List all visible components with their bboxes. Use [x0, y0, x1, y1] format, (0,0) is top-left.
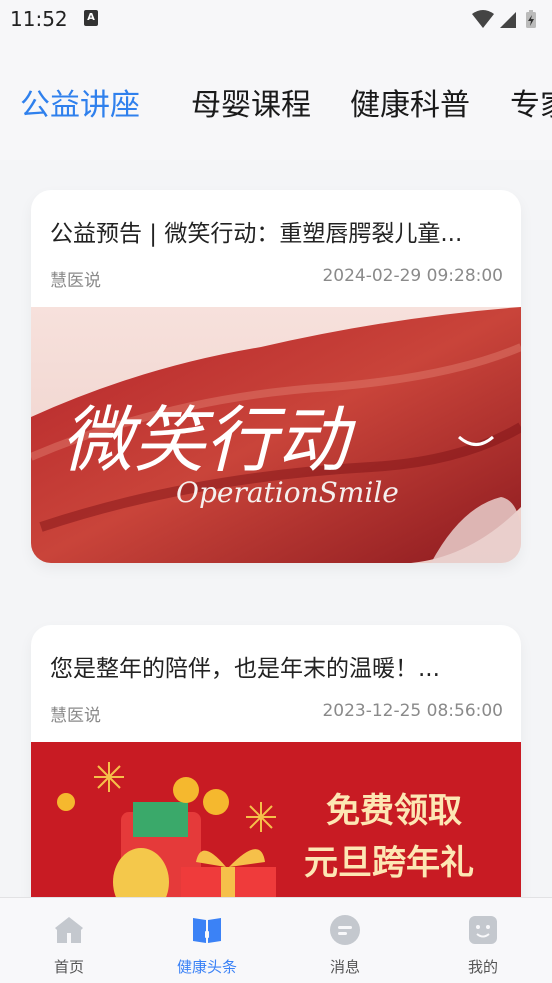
- wifi-icon: [472, 10, 494, 28]
- signal-icon: [500, 12, 516, 28]
- article-source: 慧医说: [50, 271, 101, 291]
- nav-label: 我的: [467, 958, 498, 976]
- banner-sub-text: OperationSmile: [176, 476, 399, 509]
- article-cover-image: 免费领取 元旦跨年礼: [31, 742, 521, 897]
- banner-headline: 免费领取: [326, 791, 462, 831]
- status-time: 11:52: [10, 7, 68, 31]
- tab-public-lectures[interactable]: 公益讲座: [20, 80, 140, 124]
- tab-experts[interactable]: 专家: [510, 80, 552, 124]
- article-date: 2024-02-29 09:28:00: [322, 266, 503, 286]
- nav-label: 健康头条: [176, 958, 237, 976]
- banner-main-text: 微笑行动: [61, 398, 357, 482]
- article-card[interactable]: 公益预告 | 微笑行动：重塑唇腭裂儿童... 慧医说 2024-02-29 09…: [31, 190, 521, 563]
- article-card[interactable]: 您是整年的陪伴，也是年末的温暖！... 慧医说 2023-12-25 08:56…: [31, 625, 521, 897]
- nav-home[interactable]: 首页: [0, 898, 138, 983]
- article-date: 2023-12-25 08:56:00: [322, 701, 503, 721]
- nav-label: 消息: [329, 958, 360, 976]
- nav-profile[interactable]: 我的: [414, 898, 552, 983]
- banner-headline: 元旦跨年礼: [304, 843, 474, 883]
- tab-health-science[interactable]: 健康科普: [350, 80, 470, 124]
- battery-icon: [526, 10, 536, 28]
- nav-messages[interactable]: 消息: [276, 898, 414, 983]
- system-status-icons: [472, 10, 536, 28]
- home-icon: [55, 917, 83, 943]
- tab-maternal-courses[interactable]: 母婴课程: [191, 80, 311, 124]
- article-feed: 公益预告 | 微笑行动：重塑唇腭裂儿童... 慧医说 2024-02-29 09…: [0, 160, 552, 897]
- category-tabs: 公益讲座 母婴课程 健康科普 专家: [0, 38, 552, 160]
- notification-icon: A: [84, 10, 98, 26]
- message-icon: [330, 915, 360, 945]
- book-icon: [193, 918, 221, 943]
- bottom-navigation: 首页 健康头条 消息 我的: [0, 897, 552, 983]
- nav-label: 首页: [53, 958, 84, 976]
- article-title: 您是整年的陪伴，也是年末的温暖！...: [50, 656, 440, 682]
- article-cover-image: 微笑行动 OperationSmile: [31, 307, 521, 563]
- status-bar: 11:52 A: [0, 0, 552, 38]
- nav-health-news[interactable]: 健康头条: [138, 898, 276, 983]
- article-title: 公益预告 | 微笑行动：重塑唇腭裂儿童...: [50, 221, 463, 247]
- article-source: 慧医说: [50, 706, 101, 726]
- profile-icon: [469, 916, 497, 944]
